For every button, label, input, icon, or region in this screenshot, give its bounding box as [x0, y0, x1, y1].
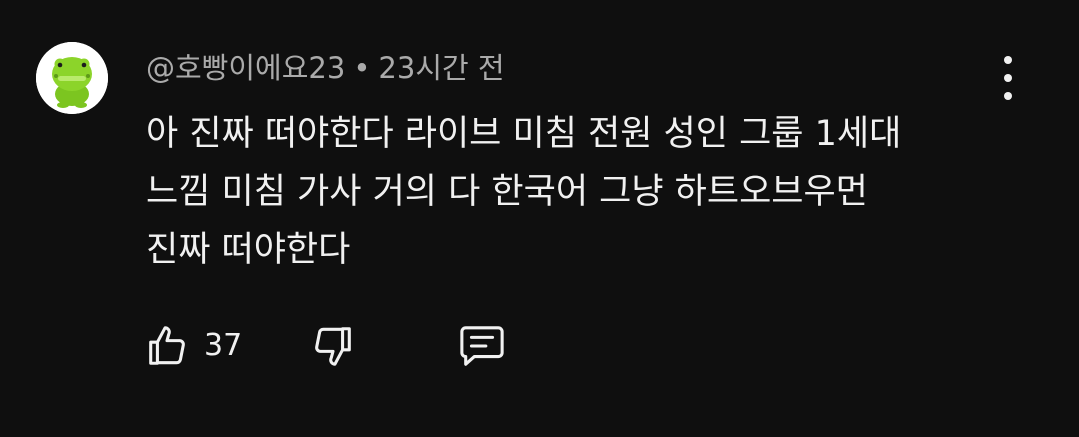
comment-text-line: 진짜 떠야한다: [146, 230, 351, 270]
more-vert-icon-dot: [1004, 56, 1012, 64]
dislike-button[interactable]: [310, 318, 356, 374]
avatar[interactable]: [36, 42, 108, 114]
reply-button[interactable]: [456, 318, 508, 374]
more-vert-icon-dot: [1004, 92, 1012, 100]
thumb-down-icon: [315, 327, 351, 366]
like-count: 37: [204, 328, 243, 363]
thumb-up-icon: [149, 326, 185, 365]
meta-separator: •: [353, 51, 371, 85]
frog-avatar-icon: [36, 42, 108, 114]
like-button[interactable]: [144, 318, 190, 374]
author-handle[interactable]: @호빵이에요23: [146, 51, 345, 85]
reply-comment-icon: [460, 326, 504, 366]
comment-text: 아 진짜 떠야한다 라이브 미침 전원 성인 그룹 1세대 느낌 미침 가사 거…: [146, 105, 1006, 279]
comment-item: @호빵이에요23 • 23시간 전 아 진짜 떠야한다 라이브 미침 전원 성인 그…: [0, 0, 1079, 437]
comment-timestamp[interactable]: 23시간 전: [378, 51, 504, 85]
comment-text-line: 아 진짜 떠야한다 라이브 미침 전원 성인 그룹 1세대: [146, 114, 902, 154]
more-vert-icon-dot: [1004, 74, 1012, 82]
comment-text-line: 느낌 미침 가사 거의 다 한국어 그냥 하트오브우먼: [146, 172, 868, 212]
more-options-button[interactable]: [992, 56, 1024, 100]
comment-meta: @호빵이에요23 • 23시간 전: [146, 50, 505, 86]
